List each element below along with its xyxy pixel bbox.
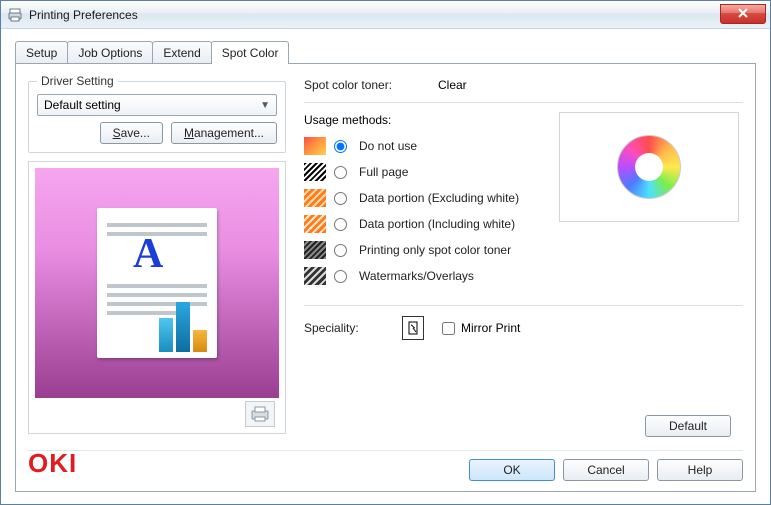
titlebar: Printing Preferences <box>1 1 770 29</box>
dialog-footer: OK Cancel Help <box>28 450 743 481</box>
save-button[interactable]: Save... <box>100 122 163 144</box>
hatch-swatch-icon <box>304 267 326 285</box>
help-button[interactable]: Help <box>657 459 743 481</box>
divider <box>304 102 743 103</box>
hatch-swatch-icon <box>304 241 326 259</box>
driver-setting-dropdown[interactable]: Default setting ▼ <box>37 94 277 116</box>
hatch-swatch-icon <box>304 215 326 233</box>
usage-label: Printing only spot color toner <box>359 243 511 257</box>
tabstrip: Setup Job Options Extend Spot Color <box>15 39 756 63</box>
mirror-print-checkbox[interactable] <box>442 322 455 335</box>
usage-label: Do not use <box>359 139 417 153</box>
divider <box>304 305 743 306</box>
usage-label: Full page <box>359 165 408 179</box>
usage-radio-data-excl-white[interactable] <box>334 192 347 205</box>
right-column: Spot color toner: Clear Usage methods: D… <box>304 74 743 479</box>
tab-spot-color[interactable]: Spot Color <box>211 41 290 64</box>
mirror-print-icon <box>402 316 424 340</box>
usage-radio-do-not-use[interactable] <box>334 140 347 153</box>
driver-setting-value: Default setting <box>44 98 121 112</box>
preview-document-icon: A <box>97 208 217 358</box>
window-frame: Printing Preferences Setup Job Options E… <box>0 0 771 505</box>
chevron-down-icon: ▼ <box>260 100 270 111</box>
usage-radio-watermarks[interactable] <box>334 270 347 283</box>
spot-color-toner-value: Clear <box>438 78 467 92</box>
preview-letter-a: A <box>133 230 163 278</box>
tab-setup[interactable]: Setup <box>15 41 68 63</box>
window-title: Printing Preferences <box>29 8 138 22</box>
mirror-print-label: Mirror Print <box>461 321 520 335</box>
printer-icon <box>7 7 23 23</box>
cancel-button[interactable]: Cancel <box>563 459 649 481</box>
driver-setting-legend: Driver Setting <box>37 74 118 88</box>
driver-setting-group: Driver Setting Default setting ▼ Save...… <box>28 74 286 153</box>
left-column: Driver Setting Default setting ▼ Save...… <box>28 74 286 479</box>
hatch-swatch-icon <box>304 163 326 181</box>
tab-extend[interactable]: Extend <box>152 41 211 63</box>
usage-label: Data portion (Including white) <box>359 217 515 231</box>
tab-job-options[interactable]: Job Options <box>67 41 153 63</box>
usage-radio-spot-only[interactable] <box>334 244 347 257</box>
close-icon <box>738 7 748 21</box>
preview-bar-chart-icon <box>159 302 207 352</box>
tab-panel-spot-color: Driver Setting Default setting ▼ Save...… <box>15 63 756 492</box>
hatch-swatch-icon <box>304 189 326 207</box>
color-ring-icon <box>617 135 681 199</box>
close-button[interactable] <box>720 4 766 24</box>
mirror-print-checkbox-wrap[interactable]: Mirror Print <box>442 321 520 335</box>
speciality-label: Speciality: <box>304 321 384 335</box>
client-area: Setup Job Options Extend Spot Color Driv… <box>1 29 770 504</box>
color-swatch-icon <box>304 137 326 155</box>
preview-background: A <box>35 168 279 398</box>
usage-radio-full-page[interactable] <box>334 166 347 179</box>
spot-color-toner-label: Spot color toner: <box>304 78 414 92</box>
default-button[interactable]: Default <box>645 415 731 437</box>
usage-label: Data portion (Excluding white) <box>359 191 519 205</box>
usage-label: Watermarks/Overlays <box>359 269 474 283</box>
management-button[interactable]: Management... <box>171 122 277 144</box>
usage-radio-data-incl-white[interactable] <box>334 218 347 231</box>
ok-button[interactable]: OK <box>469 459 555 481</box>
printer-thumbnail-icon <box>245 401 275 427</box>
color-preview-box <box>559 112 739 222</box>
page-preview: A <box>28 161 286 434</box>
